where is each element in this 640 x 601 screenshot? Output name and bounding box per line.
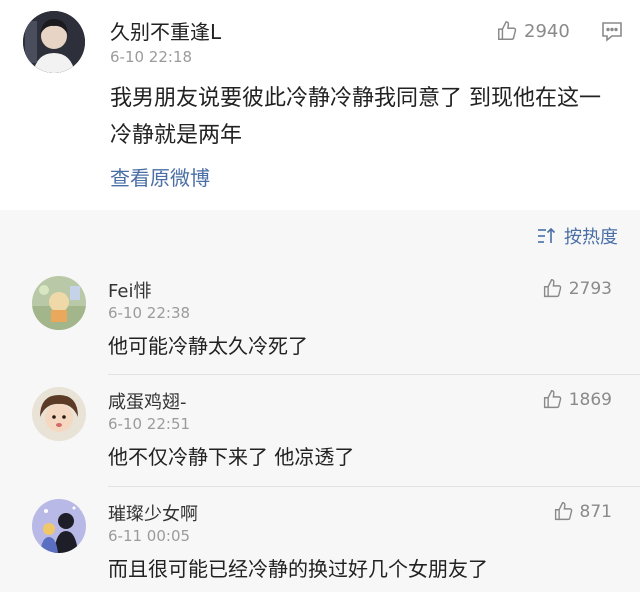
main-post: 久别不重逢L 6-10 22:18 2940 我男朋友说要彼此冷静冷静我同意了 … <box>0 0 640 210</box>
comment-text: 而且很可能已经冷静的换过好几个女朋友了 <box>108 557 488 581</box>
thumbs-up-icon <box>498 21 517 40</box>
comment-divider <box>108 486 640 487</box>
comments-section: 按热度 Fei悱 6-10 22:38 他可能冷静太久冷死了 2793 咸蛋鸡翅… <box>0 210 640 592</box>
comment-like-count: 2793 <box>568 278 612 299</box>
commenter-avatar[interactable] <box>32 387 86 441</box>
comment-icon[interactable] <box>600 21 624 47</box>
sort-by-popularity[interactable]: 按热度 <box>537 223 618 249</box>
comment-text: 他不仅冷静下来了 他凉透了 <box>108 445 355 469</box>
like-button[interactable]: 2940 <box>496 20 570 42</box>
thumbs-up-icon <box>554 502 572 521</box>
commenter-avatar[interactable] <box>32 276 86 330</box>
author-name[interactable]: 久别不重逢L <box>110 16 221 45</box>
author-avatar[interactable] <box>23 11 85 73</box>
like-count: 2940 <box>524 20 570 42</box>
thumbs-up-icon <box>543 279 562 298</box>
comment-like-button[interactable]: 2793 <box>542 278 612 299</box>
comment-text: 他可能冷静太久冷死了 <box>108 334 308 358</box>
post-timestamp: 6-10 22:18 <box>110 48 193 66</box>
comment-item: 咸蛋鸡翅- 6-10 22:51 他不仅冷静下来了 他凉透了 1869 <box>0 377 640 489</box>
comment-like-count: 871 <box>579 501 612 522</box>
comment-divider <box>108 374 640 375</box>
comment-timestamp: 6-10 22:51 <box>108 415 191 433</box>
view-original-link[interactable]: 查看原微博 <box>110 162 210 191</box>
sort-label: 按热度 <box>564 227 618 248</box>
comment-timestamp: 6-11 00:05 <box>108 527 191 545</box>
comment-like-button[interactable]: 871 <box>553 501 612 522</box>
comment-like-count: 1869 <box>568 389 612 410</box>
post-content: 我男朋友说要彼此冷静冷静我同意了 到现他在这一冷静就是两年 <box>110 86 601 148</box>
comment-like-button[interactable]: 1869 <box>542 389 612 410</box>
comment-item: Fei悱 6-10 22:38 他可能冷静太久冷死了 2793 <box>0 266 640 378</box>
commenter-name[interactable]: 咸蛋鸡翅- <box>108 388 187 414</box>
comment-timestamp: 6-10 22:38 <box>108 304 191 322</box>
commenter-name[interactable]: 璀璨少女啊 <box>108 500 198 526</box>
thumbs-up-icon <box>543 390 562 409</box>
commenter-name[interactable]: Fei悱 <box>108 277 151 303</box>
commenter-avatar[interactable] <box>32 499 86 553</box>
sort-icon <box>538 227 556 243</box>
comment-item: 璀璨少女啊 6-11 00:05 而且很可能已经冷静的换过好几个女朋友了 871 <box>0 489 640 601</box>
